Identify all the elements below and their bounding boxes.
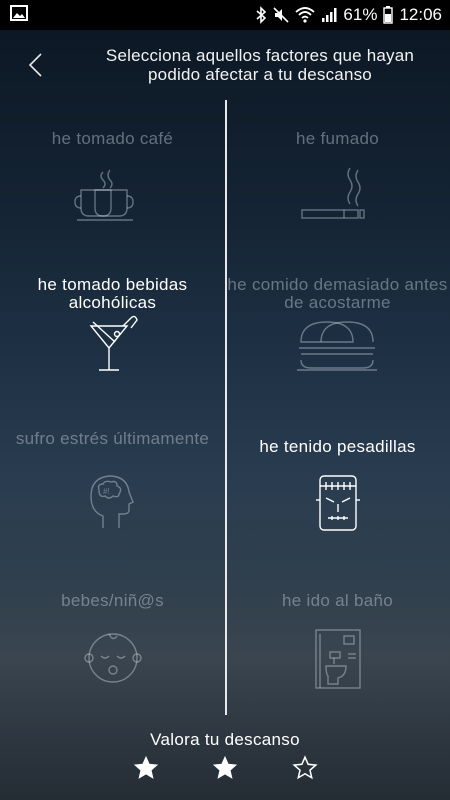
mute-icon [273,7,289,23]
battery-text: 61% [343,5,378,24]
rating-title: Valora tu descanso [150,730,300,749]
star-filled-icon [212,755,238,779]
wifi-icon [295,7,316,23]
burger-icon [225,312,450,381]
factor-bathroom[interactable]: he ido al baño [225,592,450,697]
stressed-head-icon: #! [0,466,225,535]
factor-label: he tomado café [51,129,174,148]
image-icon [10,4,28,26]
chevron-left-icon [28,53,42,77]
factor-label: he fumado [295,129,380,148]
factor-eating[interactable]: he comido demasiado antes de acostarme [225,276,450,381]
factor-alcohol[interactable]: he tomado bebidas alcohólicas [0,276,225,381]
signal-icon [321,7,337,23]
star-3[interactable] [292,755,318,781]
svg-text:#!: #! [103,487,110,496]
factor-label: he ido al baño [281,591,393,610]
factor-label: he tomado bebidas alcohólicas [37,275,188,312]
star-outline-icon [292,755,318,780]
clock: 12:06 [399,5,442,24]
factor-label: sufro estrés últimamente [15,429,210,448]
star-1[interactable] [133,755,159,781]
factor-label: he comido demasiado antes de acostarme [227,275,448,312]
header: Selecciona aquellos factores que hayan p… [0,40,450,90]
factor-coffee[interactable]: he tomado café [0,130,225,231]
cocktail-icon [0,312,225,381]
toilet-icon [225,628,450,697]
factor-babies[interactable]: bebes/niñ@s [0,592,225,693]
status-bar: 61% 12:06 [0,0,450,30]
factor-nightmares[interactable]: he tenido pesadillas [225,438,450,543]
bluetooth-icon [255,6,267,24]
back-button[interactable] [22,50,52,80]
star-2[interactable] [212,755,238,781]
battery-icon [383,6,394,24]
cigarette-icon [225,166,450,231]
factor-label: he tenido pesadillas [259,437,416,456]
factor-label: bebes/niñ@s [61,591,164,610]
factor-stress[interactable]: sufro estrés últimamente #! [0,430,225,535]
page-title: Selecciona aquellos factores que hayan p… [105,46,415,84]
rating-stars [0,755,450,785]
star-filled-icon [133,755,159,779]
frankenstein-icon [225,474,450,543]
baby-icon [0,628,225,693]
factor-smoking[interactable]: he fumado [225,130,450,231]
coffee-icon [0,166,225,231]
